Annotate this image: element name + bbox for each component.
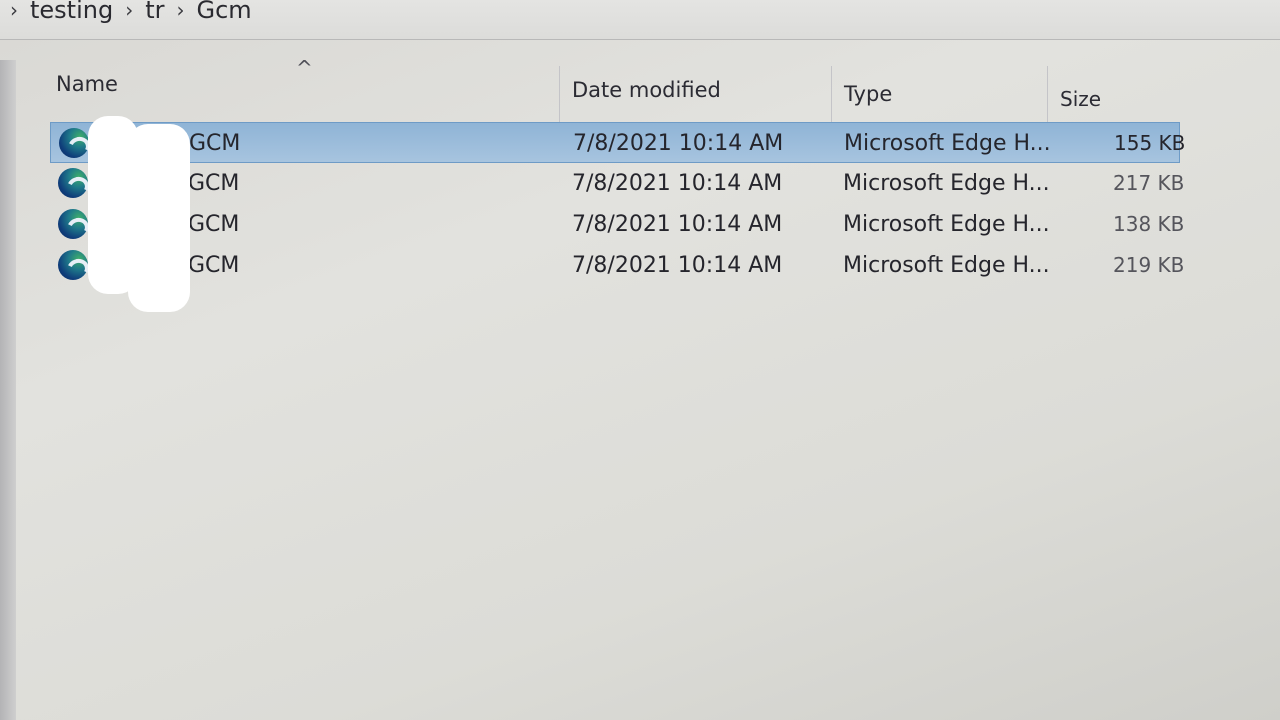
column-divider[interactable] (559, 66, 560, 122)
file-type: Microsoft Edge H... (844, 131, 1051, 156)
file-type: Microsoft Edge H... (843, 171, 1050, 196)
file-size: 138 KB (1113, 212, 1185, 236)
file-row[interactable]: GCM 7/8/2021 10:14 AM Microsoft Edge H..… (50, 245, 1184, 286)
column-header-size[interactable]: Size (1060, 87, 1101, 111)
redaction-mark (128, 124, 190, 312)
edge-browser-icon (58, 250, 88, 280)
file-date-modified: 7/8/2021 10:14 AM (572, 253, 783, 278)
file-date-modified: 7/8/2021 10:14 AM (572, 212, 783, 237)
breadcrumb-item-tr[interactable]: tr (145, 0, 164, 24)
breadcrumb-item-gcm[interactable]: Gcm (196, 0, 251, 24)
column-header-type[interactable]: Type (844, 82, 892, 106)
edge-browser-icon (58, 168, 88, 198)
file-type: Microsoft Edge H... (843, 253, 1050, 278)
file-size: 217 KB (1113, 171, 1185, 195)
chevron-right-icon[interactable]: › (125, 0, 133, 22)
edge-browser-icon (58, 209, 88, 239)
navigation-pane-edge (0, 60, 16, 720)
file-name: GCM (189, 131, 241, 156)
breadcrumb: › testing › tr › Gcm (0, 0, 1280, 40)
file-list: GCM 7/8/2021 10:14 AM Microsoft Edge H..… (50, 122, 1185, 286)
file-name: GCM (188, 171, 240, 196)
column-header-date-modified[interactable]: Date modified (572, 78, 721, 102)
column-divider[interactable] (1047, 66, 1048, 122)
file-name: GCM (188, 253, 240, 278)
edge-browser-icon (59, 128, 89, 158)
column-divider[interactable] (831, 66, 832, 122)
file-size: 219 KB (1113, 253, 1185, 277)
breadcrumb-item-testing[interactable]: testing (30, 0, 113, 24)
sort-ascending-icon: ^ (296, 56, 313, 80)
file-date-modified: 7/8/2021 10:14 AM (572, 171, 783, 196)
file-size: 155 KB (1114, 131, 1186, 155)
chevron-right-icon[interactable]: › (10, 0, 18, 22)
file-type: Microsoft Edge H... (843, 212, 1050, 237)
column-header-name[interactable]: Name (56, 72, 118, 96)
file-date-modified: 7/8/2021 10:14 AM (573, 131, 784, 156)
chevron-right-icon[interactable]: › (176, 0, 184, 22)
file-name: GCM (188, 212, 240, 237)
file-row[interactable]: GCM 7/8/2021 10:14 AM Microsoft Edge H..… (50, 163, 1184, 204)
file-row[interactable]: GCM 7/8/2021 10:14 AM Microsoft Edge H..… (50, 122, 1185, 163)
file-row[interactable]: GCM 7/8/2021 10:14 AM Microsoft Edge H..… (50, 204, 1184, 245)
